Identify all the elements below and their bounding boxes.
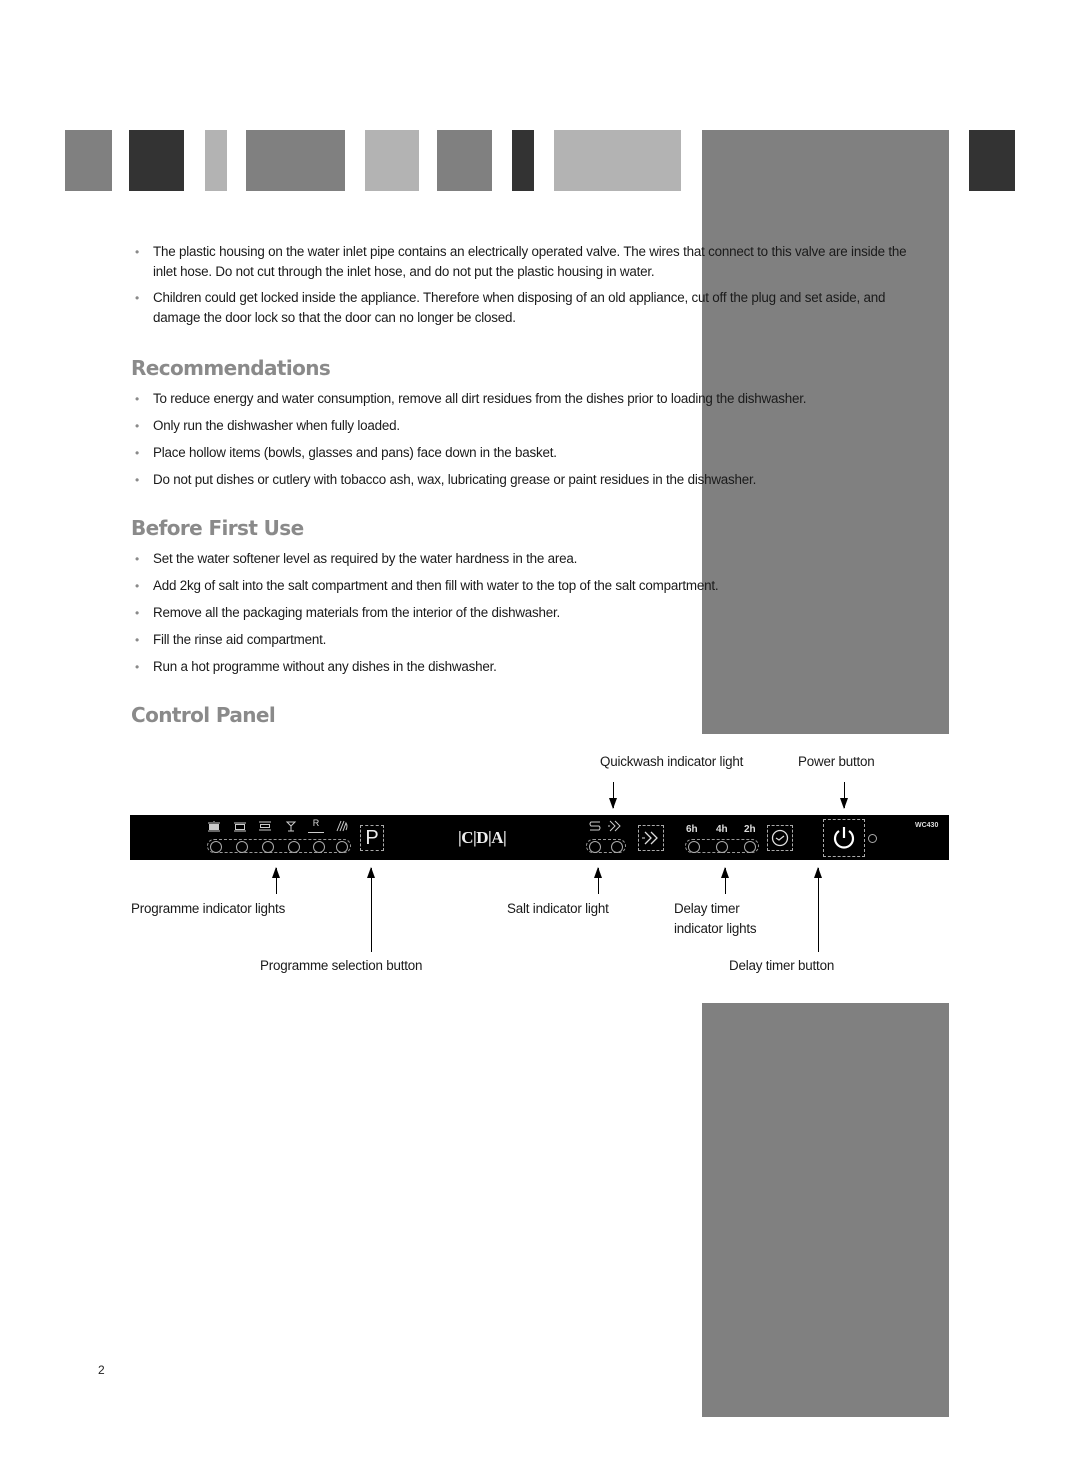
salt-quickwash-indicator-lights: [586, 839, 626, 853]
list-item: • Do not put dishes or cutlery with tobac…: [131, 470, 911, 490]
rinse-icon: R: [308, 818, 324, 833]
bullet-icon: •: [135, 552, 140, 566]
label-programme-lights: Programme indicator lights: [131, 901, 286, 916]
brand-logo: |C|D|A|: [458, 828, 507, 847]
quickwash-indicator-light: [611, 841, 623, 853]
programme-indicator-lights: [207, 839, 351, 853]
delay-label-6h: 6h: [686, 824, 698, 835]
label-delay-lights-1: Delay timer: [674, 901, 740, 916]
control-panel-diagram: R P |C|D|A| 6h 4h 2h WC430: [130, 815, 949, 860]
indicator-light: [313, 841, 325, 853]
list-item: • Add 2kg of salt into the salt compartme…: [131, 576, 911, 596]
arrow-up-icon: [721, 867, 729, 894]
bullet-icon: •: [135, 291, 140, 305]
list-item: • Children could get locked inside the ap…: [135, 290, 886, 325]
delay-timer-indicator-lights: [685, 839, 759, 853]
delay-label-2h: 2h: [744, 824, 756, 835]
label-programme-button: Programme selection button: [260, 958, 423, 973]
arrow-up-icon: [367, 867, 375, 952]
quick-wash-icon: [335, 820, 349, 832]
list-item: • Place hollow items (bowls, glasses and …: [131, 443, 911, 463]
indicator-light: [210, 841, 222, 853]
label-delay-lights-2: indicator lights: [674, 921, 757, 936]
tab-block: [512, 130, 534, 191]
quickwash-button[interactable]: [638, 825, 664, 851]
indicator-light: [688, 841, 700, 853]
delay-label-4h: 4h: [716, 824, 728, 835]
tab-block: [554, 130, 681, 191]
indicator-light: [236, 841, 248, 853]
bullet-icon: •: [135, 245, 140, 259]
tab-block: [365, 130, 419, 191]
clock-icon: [771, 829, 789, 847]
glass-icon: [284, 821, 298, 832]
salt-indicator-light: [589, 841, 601, 853]
side-column-bottom: [702, 1003, 949, 1417]
bullet-icon: •: [135, 606, 140, 620]
quickwash-small-icon: [608, 820, 622, 832]
bullet-icon: •: [135, 579, 140, 593]
indicator-light: [716, 841, 728, 853]
power-indicator-light: [868, 834, 877, 843]
warnings-list: • The plastic housing on the water inlet …: [131, 242, 911, 328]
model-number: WC430: [915, 822, 939, 829]
bullet-icon: •: [135, 446, 140, 460]
section-heading: Before First Use: [131, 516, 304, 540]
label-salt: Salt indicator light: [507, 901, 609, 916]
power-button[interactable]: [823, 819, 865, 857]
section-heading: Control Panel: [131, 703, 276, 727]
page-number: 2: [98, 1363, 105, 1377]
before-first-use-list: • Set the water softener level as require…: [131, 549, 911, 677]
list-item: • Fill the rinse aid compartment.: [131, 630, 911, 650]
arrow-up-icon: [272, 867, 280, 894]
indicator-light: [336, 841, 348, 853]
tab-block: [205, 130, 227, 191]
list-item: • The plastic housing on the water inlet …: [135, 244, 907, 279]
tab-block: [246, 130, 345, 191]
bullet-icon: •: [135, 660, 140, 674]
bullet-icon: •: [135, 392, 140, 406]
intensive-pot-icon: [207, 820, 221, 832]
bullet-icon: •: [135, 473, 140, 487]
list-item: • Set the water softener level as require…: [131, 549, 911, 569]
label-quickwash: Quickwash indicator light: [600, 754, 744, 769]
tab-block: [437, 130, 492, 191]
arrow-down-icon: [840, 782, 848, 809]
power-icon: [833, 827, 855, 849]
recommendations-list: • To reduce energy and water consumption,…: [131, 389, 911, 490]
salt-icon: [588, 820, 602, 832]
bullet-icon: •: [135, 419, 140, 433]
tab-block: [969, 130, 1015, 191]
arrow-up-icon: [594, 867, 602, 894]
programme-selection-button[interactable]: P: [360, 825, 384, 851]
section-heading: Recommendations: [131, 356, 331, 380]
indicator-light: [262, 841, 274, 853]
list-item: • To reduce energy and water consumption,…: [131, 389, 911, 409]
indicator-light: [288, 841, 300, 853]
indicator-light: [744, 841, 756, 853]
list-item: • Only run the dishwasher when fully load…: [131, 416, 911, 436]
tab-block: [129, 130, 184, 191]
arrow-down-icon: [609, 782, 617, 809]
list-item: • Run a hot programme without any dishes …: [131, 657, 911, 677]
bullet-icon: •: [135, 633, 140, 647]
arrow-up-icon: [814, 867, 822, 952]
list-item: • Remove all the packaging materials from…: [131, 603, 911, 623]
label-power: Power button: [798, 754, 875, 769]
normal-pot-icon: [233, 821, 247, 832]
label-delay-button: Delay timer button: [729, 958, 835, 973]
delay-timer-button[interactable]: [767, 825, 793, 851]
eco-plates-icon: [258, 821, 272, 831]
tab-block: [65, 130, 112, 191]
